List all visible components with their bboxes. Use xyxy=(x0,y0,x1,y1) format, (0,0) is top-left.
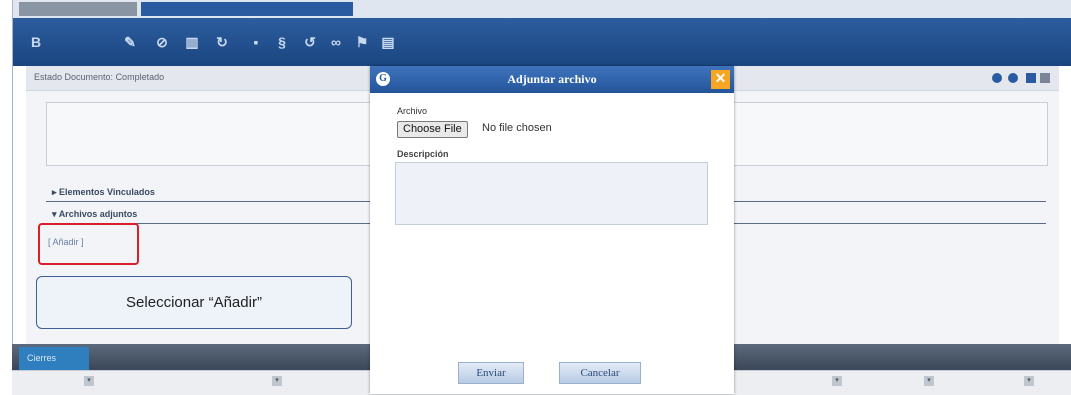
chain-icon[interactable]: ∞ xyxy=(329,35,343,49)
sort-icon[interactable]: ▾ xyxy=(84,376,94,386)
section-archivos-adjuntos[interactable]: ▾ Archivos adjuntos xyxy=(52,209,137,220)
sort-icon[interactable]: ▾ xyxy=(832,376,842,386)
refresh-icon[interactable]: ↻ xyxy=(215,35,229,49)
trash-icon[interactable]: ▥ xyxy=(185,35,199,49)
cancel-button[interactable]: Cancelar xyxy=(559,362,641,384)
sort-icon[interactable]: ▾ xyxy=(272,376,282,386)
dialog-title: Adjuntar archivo xyxy=(507,72,597,86)
flag-icon[interactable]: ⚑ xyxy=(355,35,369,49)
maximize-icon[interactable] xyxy=(1040,73,1050,83)
grid-icon[interactable]: ▤ xyxy=(381,35,395,49)
rotate-icon[interactable]: ↺ xyxy=(303,35,317,49)
descripcion-label: Descripción xyxy=(397,149,449,159)
description-textarea[interactable] xyxy=(395,162,708,225)
choose-file-button[interactable]: Choose File xyxy=(397,121,468,138)
block-icon[interactable]: ⊘ xyxy=(155,35,169,49)
section-label: Elementos Vinculados xyxy=(59,187,155,197)
link-icon[interactable]: § xyxy=(275,35,289,49)
status-value: Completado xyxy=(115,72,165,82)
archivo-label: Archivo xyxy=(397,106,428,116)
window-tab-strip xyxy=(13,0,1071,18)
submit-button[interactable]: Enviar xyxy=(458,362,524,384)
instruction-callout: Seleccionar “Añadir” xyxy=(36,276,352,329)
window-tab-active[interactable] xyxy=(141,2,353,16)
callout-text: Seleccionar “Añadir” xyxy=(126,294,262,311)
file-status: No file chosen xyxy=(482,122,552,134)
close-icon[interactable]: ✕ xyxy=(711,70,730,89)
app-logo-icon: G xyxy=(376,72,390,86)
lock-icon[interactable]: ▪ xyxy=(249,35,263,49)
tab-cierres[interactable]: Cierres xyxy=(19,347,89,370)
toolbar: B ✎ ⊘ ▥ ↻ ▪ § ↺ ∞ ⚑ ▤ xyxy=(13,18,1071,66)
edit-icon[interactable]: ✎ xyxy=(123,35,137,49)
bold-icon[interactable]: B xyxy=(29,35,43,49)
sort-icon[interactable]: ▾ xyxy=(1024,376,1034,386)
sort-icon[interactable]: ▾ xyxy=(924,376,934,386)
section-elementos-vinculados[interactable]: ▸ Elementos Vinculados xyxy=(52,187,155,198)
status-label: Estado Documento: xyxy=(34,72,114,82)
window-tab-inactive[interactable] xyxy=(19,2,137,16)
dialog-title-bar[interactable]: G Adjuntar archivo ✕ xyxy=(370,66,734,93)
highlight-box xyxy=(38,223,139,265)
attach-file-dialog: G Adjuntar archivo ✕ Archivo Choose File… xyxy=(370,66,734,394)
next-icon[interactable] xyxy=(1008,73,1018,83)
save-icon[interactable] xyxy=(1026,73,1036,83)
document-status: Estado Documento: Completado xyxy=(34,72,164,82)
prev-icon[interactable] xyxy=(992,73,1002,83)
section-label: Archivos adjuntos xyxy=(58,209,138,219)
